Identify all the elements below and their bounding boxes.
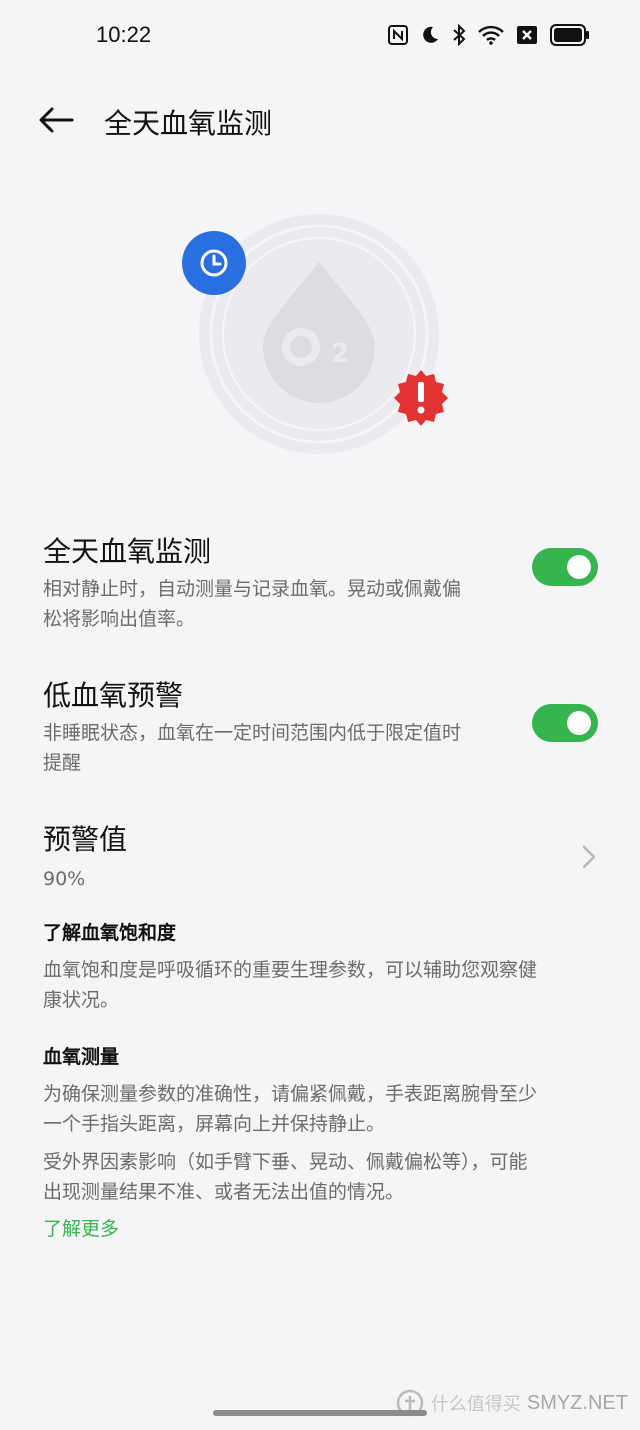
app-header: 全天血氧监测 [0, 90, 640, 150]
all-day-title: 全天血氧监测 [43, 535, 212, 568]
saturation-line1: 血氧饱和度是呼吸循环的重要生理参数，可以辅助您观察健 [43, 959, 538, 981]
arrow-left-icon [39, 107, 74, 133]
watermark-cn: 什么值得买 [430, 1394, 521, 1415]
all-day-description: 相对静止时，自动测量与记录血氧。晃动或佩戴偏 松将影响出值率。 [43, 574, 521, 634]
all-day-toggle[interactable] [532, 548, 598, 586]
all-day-desc-line1: 相对静止时，自动测量与记录血氧。晃动或佩戴偏 [43, 578, 462, 600]
measurement-paragraph-1: 为确保测量参数的准确性，请偏紧佩戴，手表距离腕骨至少 一个手指头距离，屏幕向上并… [43, 1079, 603, 1139]
watermark: 什么值得买 SMYZ.NET [395, 1388, 628, 1418]
setting-low-oxygen-alert: 低血氧预警 非睡眠状态，血氧在一定时间范围内低于限定值时 提醒 [0, 674, 640, 774]
measurement-paragraph-2: 受外界因素影响（如手臂下垂、晃动、佩戴偏松等），可能 出现测量结果不准、或者无法… [43, 1147, 603, 1207]
wifi-icon [478, 25, 504, 45]
toggle-knob [567, 555, 591, 579]
watermark-text: SMYZ.NET [526, 1391, 628, 1414]
bluetooth-icon [453, 24, 466, 46]
sim-off-icon [517, 26, 537, 44]
info-saturation: 了解血氧饱和度 血氧饱和度是呼吸循环的重要生理参数，可以辅助您观察健 康状况。 [43, 918, 603, 1015]
saturation-text: 血氧饱和度是呼吸循环的重要生理参数，可以辅助您观察健 康状况。 [43, 955, 603, 1015]
low-alert-title: 低血氧预警 [43, 679, 184, 712]
low-alert-desc-line1: 非睡眠状态，血氧在一定时间范围内低于限定值时 [43, 722, 462, 744]
page-title: 全天血氧监测 [104, 107, 273, 140]
all-day-desc-line2: 松将影响出值率。 [43, 608, 196, 630]
status-time: 10:22 [96, 22, 152, 47]
setting-all-day-monitoring: 全天血氧监测 相对静止时，自动测量与记录血氧。晃动或佩戴偏 松将影响出值率。 [0, 530, 640, 630]
saturation-line2: 康状况。 [43, 989, 120, 1011]
svg-text:2: 2 [331, 339, 349, 369]
low-alert-toggle[interactable] [532, 704, 598, 742]
measurement-heading: 血氧测量 [43, 1046, 120, 1068]
home-indicator[interactable] [213, 1410, 427, 1416]
chevron-right-icon[interactable] [580, 844, 598, 870]
moon-icon [423, 26, 438, 43]
status-bar: 10:22 [0, 0, 640, 76]
measurement-p1-line2: 一个手指头距离，屏幕向上并保持静止。 [43, 1113, 386, 1135]
battery-icon [550, 24, 589, 46]
hero-illustration: 2 [180, 210, 460, 460]
threshold-value: 90% [43, 868, 86, 890]
saturation-heading: 了解血氧饱和度 [43, 922, 177, 944]
nfc-icon [388, 25, 408, 45]
toggle-knob [567, 711, 591, 735]
threshold-title: 预警值 [43, 823, 128, 856]
low-alert-description: 非睡眠状态，血氧在一定时间范围内低于限定值时 提醒 [43, 718, 521, 778]
clock-icon [182, 231, 246, 295]
measurement-p2-line1: 受外界因素影响（如手臂下垂、晃动、佩戴偏松等），可能 [43, 1151, 528, 1173]
status-icons [388, 24, 590, 46]
info-measurement: 血氧测量 为确保测量参数的准确性，请偏紧佩戴，手表距离腕骨至少 一个手指头距离，… [43, 1042, 603, 1207]
setting-threshold[interactable]: 预警值 90% [0, 818, 640, 898]
measurement-p2-line2: 出现测量结果不准、或者无法出值的情况。 [43, 1181, 405, 1203]
measurement-p1-line1: 为确保测量参数的准确性，请偏紧佩戴，手表距离腕骨至少 [43, 1083, 538, 1105]
low-alert-desc-line2: 提醒 [43, 752, 82, 774]
back-button[interactable] [34, 100, 78, 140]
learn-more-link[interactable]: 了解更多 [43, 1214, 119, 1241]
